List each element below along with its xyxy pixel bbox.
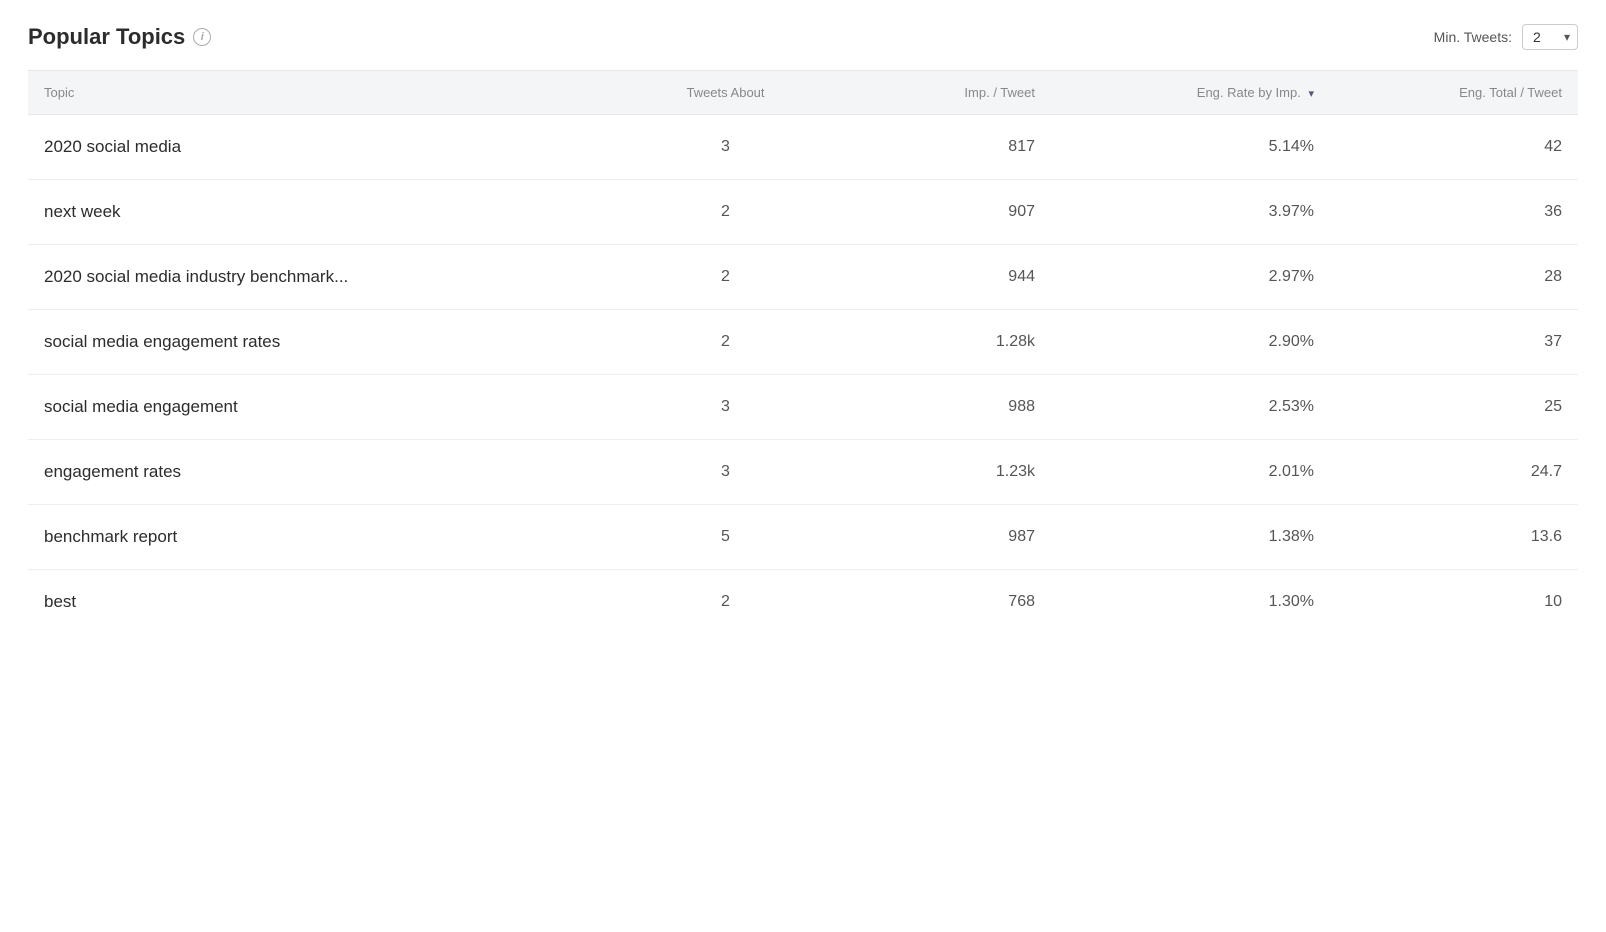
table-body: 2020 social media38175.14%42next week290…	[28, 115, 1578, 635]
cell-imp-per-tweet: 1.28k	[834, 310, 1051, 375]
info-icon[interactable]: i	[193, 28, 211, 46]
cell-topic: social media engagement rates	[28, 310, 617, 375]
min-tweets-select[interactable]: 2 3 5 10	[1522, 24, 1578, 50]
cell-eng-total: 28	[1330, 245, 1578, 310]
cell-eng-rate: 1.38%	[1051, 505, 1330, 570]
cell-topic: next week	[28, 180, 617, 245]
sort-icon-eng-rate: ▾	[1308, 87, 1314, 100]
popular-topics-table: Topic Tweets About Imp. / Tweet Eng. Rat…	[28, 71, 1578, 634]
cell-tweets-about: 3	[617, 115, 834, 180]
table-row[interactable]: next week29073.97%36	[28, 180, 1578, 245]
cell-imp-per-tweet: 988	[834, 375, 1051, 440]
cell-imp-per-tweet: 944	[834, 245, 1051, 310]
table-row[interactable]: engagement rates31.23k2.01%24.7	[28, 440, 1578, 505]
cell-imp-per-tweet: 987	[834, 505, 1051, 570]
cell-topic: engagement rates	[28, 440, 617, 505]
cell-tweets-about: 2	[617, 180, 834, 245]
cell-eng-rate: 3.97%	[1051, 180, 1330, 245]
cell-topic: 2020 social media industry benchmark...	[28, 245, 617, 310]
cell-tweets-about: 2	[617, 310, 834, 375]
cell-eng-total: 36	[1330, 180, 1578, 245]
table-header-row: Topic Tweets About Imp. / Tweet Eng. Rat…	[28, 71, 1578, 115]
cell-eng-total: 37	[1330, 310, 1578, 375]
cell-eng-total: 42	[1330, 115, 1578, 180]
min-tweets-area: Min. Tweets: 2 3 5 10	[1434, 24, 1578, 50]
table-row[interactable]: social media engagement39882.53%25	[28, 375, 1578, 440]
min-tweets-label: Min. Tweets:	[1434, 29, 1512, 45]
popular-topics-container: Popular Topics i Min. Tweets: 2 3 5 10 T…	[0, 0, 1606, 932]
cell-imp-per-tweet: 1.23k	[834, 440, 1051, 505]
cell-imp-per-tweet: 817	[834, 115, 1051, 180]
cell-eng-total: 24.7	[1330, 440, 1578, 505]
table-row[interactable]: social media engagement rates21.28k2.90%…	[28, 310, 1578, 375]
cell-eng-rate: 2.97%	[1051, 245, 1330, 310]
cell-eng-total: 13.6	[1330, 505, 1578, 570]
min-tweets-select-wrapper[interactable]: 2 3 5 10	[1522, 24, 1578, 50]
table-row[interactable]: best27681.30%10	[28, 570, 1578, 635]
cell-imp-per-tweet: 768	[834, 570, 1051, 635]
col-header-tweets-about: Tweets About	[617, 71, 834, 115]
table-row[interactable]: 2020 social media industry benchmark...2…	[28, 245, 1578, 310]
col-header-imp-per-tweet: Imp. / Tweet	[834, 71, 1051, 115]
cell-topic: benchmark report	[28, 505, 617, 570]
cell-tweets-about: 3	[617, 440, 834, 505]
cell-tweets-about: 2	[617, 570, 834, 635]
col-header-eng-rate[interactable]: Eng. Rate by Imp. ▾	[1051, 71, 1330, 115]
cell-eng-rate: 1.30%	[1051, 570, 1330, 635]
cell-imp-per-tweet: 907	[834, 180, 1051, 245]
cell-topic: 2020 social media	[28, 115, 617, 180]
cell-eng-total: 10	[1330, 570, 1578, 635]
cell-tweets-about: 3	[617, 375, 834, 440]
table-row[interactable]: benchmark report59871.38%13.6	[28, 505, 1578, 570]
table-row[interactable]: 2020 social media38175.14%42	[28, 115, 1578, 180]
col-header-eng-total: Eng. Total / Tweet	[1330, 71, 1578, 115]
table-header: Topic Tweets About Imp. / Tweet Eng. Rat…	[28, 71, 1578, 115]
cell-eng-total: 25	[1330, 375, 1578, 440]
page-title: Popular Topics	[28, 24, 185, 50]
cell-eng-rate: 2.53%	[1051, 375, 1330, 440]
col-header-topic: Topic	[28, 71, 617, 115]
cell-topic: social media engagement	[28, 375, 617, 440]
title-area: Popular Topics i	[28, 24, 211, 50]
cell-tweets-about: 5	[617, 505, 834, 570]
cell-topic: best	[28, 570, 617, 635]
cell-eng-rate: 2.01%	[1051, 440, 1330, 505]
cell-tweets-about: 2	[617, 245, 834, 310]
cell-eng-rate: 2.90%	[1051, 310, 1330, 375]
header-row: Popular Topics i Min. Tweets: 2 3 5 10	[28, 24, 1578, 50]
cell-eng-rate: 5.14%	[1051, 115, 1330, 180]
